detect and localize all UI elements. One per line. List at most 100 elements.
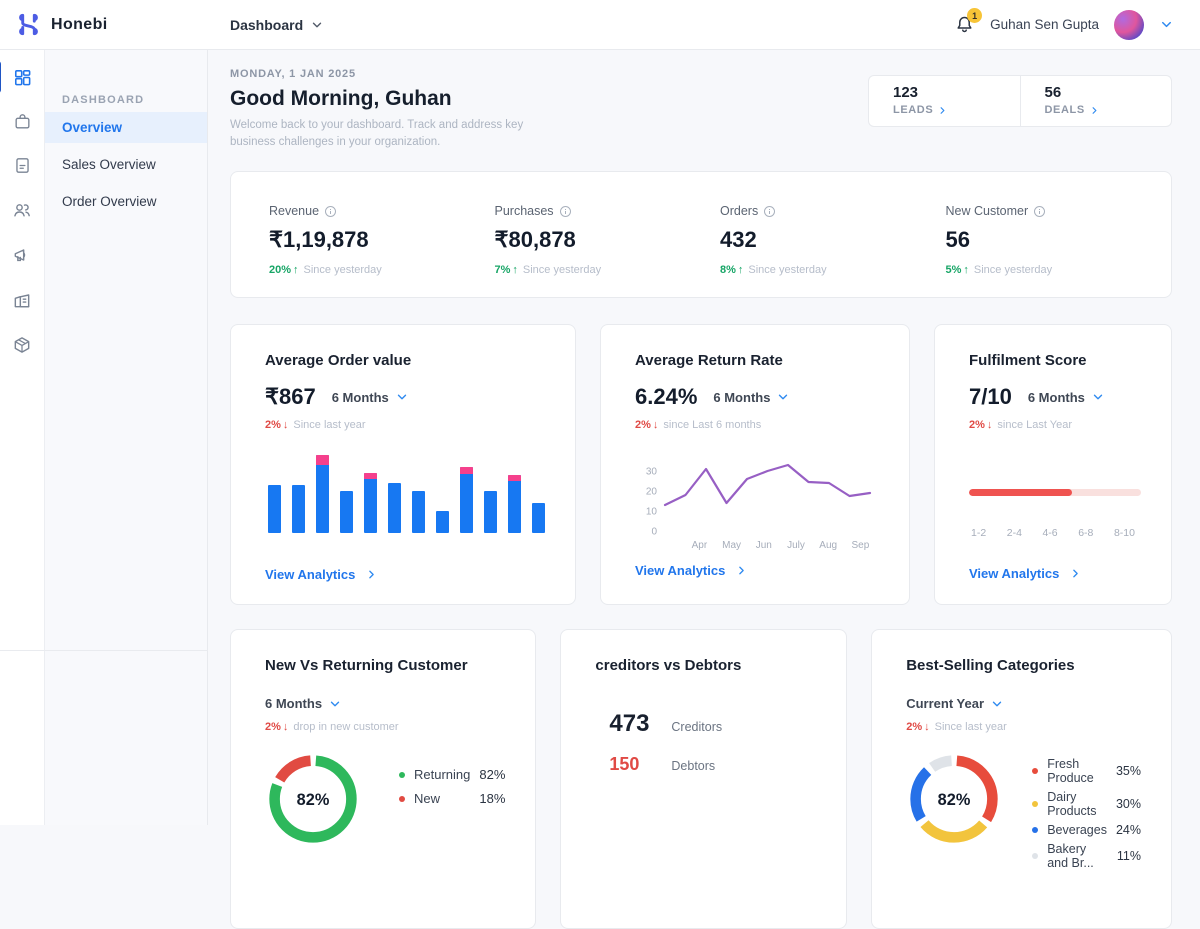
bar — [484, 491, 497, 534]
fulfilment-scale: 1-2 2-4 4-6 6-8 8-10 — [971, 527, 1135, 540]
avatar[interactable] — [1114, 9, 1144, 40]
kpi-label: New Customer — [945, 204, 1029, 219]
card-title: Best-Selling Categories — [906, 657, 1075, 675]
sidebar-icon-company[interactable] — [12, 290, 32, 310]
svg-text:10: 10 — [646, 507, 658, 518]
leads-card[interactable]: 123 LEADS — [869, 76, 1021, 126]
legend-item: Bakery and Br... 11% — [1032, 842, 1141, 870]
view-analytics-link[interactable]: View Analytics — [969, 566, 1141, 581]
sidebar-icon-dashboard[interactable] — [0, 61, 32, 93]
info-icon[interactable] — [1034, 205, 1046, 217]
view-analytics-link[interactable]: View Analytics — [635, 563, 879, 578]
profile-chevron-down-icon[interactable] — [1159, 17, 1174, 32]
card-title: creditors vs Debtors — [595, 657, 742, 675]
card-value: 6.24% — [635, 384, 698, 410]
period-dropdown[interactable]: Current Year — [906, 696, 1141, 711]
customers-donut-chart: 82% — [269, 755, 357, 844]
kpi-value: 56 — [945, 227, 970, 253]
sidebar-icon-orders[interactable] — [13, 112, 32, 131]
card-note: drop in new customer — [293, 721, 399, 734]
legend-dot — [1032, 853, 1039, 860]
kpi-label: Purchases — [494, 204, 554, 219]
svg-text:Jun: Jun — [756, 540, 772, 551]
card-title: New Vs Returning Customer — [265, 657, 468, 675]
info-icon[interactable] — [764, 205, 776, 217]
main-content: MONDAY, 1 JAN 2025 Good Morning, Guhan W… — [208, 50, 1200, 929]
info-icon[interactable] — [325, 205, 337, 217]
svg-text:July: July — [787, 540, 805, 551]
sidebar-icon-inventory[interactable] — [12, 335, 32, 355]
nav-dashboard-dropdown[interactable]: Dashboard — [230, 17, 324, 33]
notification-badge: 1 — [967, 8, 983, 23]
new-vs-returning-card: New Vs Returning Customer 6 Months 2% ↓ dr… — [230, 629, 537, 929]
icon-rail — [0, 50, 45, 825]
chevron-right-icon — [739, 566, 745, 575]
brand-name: Honebi — [51, 15, 108, 33]
svg-text:0: 0 — [651, 527, 657, 538]
legend-item: Returning 82% — [399, 767, 505, 782]
card-delta: 2% — [265, 721, 281, 734]
info-icon[interactable] — [559, 205, 571, 217]
chevron-right-icon — [940, 106, 945, 114]
legend-dot — [399, 771, 405, 778]
bar — [364, 473, 377, 534]
kpi-label: Revenue — [269, 204, 320, 219]
deals-label: DEALS — [1044, 104, 1085, 116]
legend-dot — [1032, 768, 1039, 775]
bar — [436, 511, 449, 534]
card-note: since Last 6 months — [663, 419, 762, 432]
chevron-down-icon — [312, 22, 322, 27]
period-dropdown[interactable]: 6 Months — [713, 390, 790, 405]
fulfilment-progress-fill — [969, 489, 1073, 497]
sidebar-item-sales-overview[interactable]: Sales Overview — [45, 149, 207, 180]
arrow-up-icon: ↑ — [293, 264, 299, 277]
order-value-bar-chart — [265, 453, 545, 534]
bar — [412, 491, 425, 534]
card-title: Fulfilment Score — [969, 352, 1087, 370]
fulfilment-score-card: Fulfilment Score 7/10 6 Months 2% ↓ since … — [934, 324, 1172, 606]
kpi-orders: Orders 432 8% ↑ Since yesterday — [720, 204, 946, 297]
arrow-down-icon: ↓ — [652, 419, 659, 432]
package-icon — [14, 337, 30, 353]
bar — [268, 485, 281, 534]
arrow-down-icon: ↓ — [282, 721, 289, 734]
bar — [508, 475, 521, 534]
view-analytics-link[interactable]: View Analytics — [265, 567, 545, 582]
kpi-purchases: Purchases ₹80,878 7% ↑ Since yesterday — [495, 204, 721, 297]
legend-dot — [1032, 827, 1039, 834]
nav-dashboard-label: Dashboard — [230, 16, 304, 33]
brand[interactable]: Honebi — [0, 11, 208, 38]
period-dropdown[interactable]: 6 Months — [332, 390, 409, 405]
bar — [388, 483, 401, 534]
chevron-down-icon — [1093, 394, 1103, 400]
sidebar-icon-customers[interactable] — [12, 200, 32, 220]
creditors-value: 473 — [609, 710, 650, 738]
kpi-new-customer: New Customer 56 5% ↑ Since yesterday — [946, 204, 1172, 297]
topbar-right: 1 Guhan Sen Gupta — [954, 8, 1200, 40]
svg-text:20: 20 — [646, 487, 658, 498]
sidebar-icon-marketing[interactable] — [12, 245, 32, 265]
card-note: since Last Year — [997, 419, 1073, 432]
sidebar-item-order-overview[interactable]: Order Overview — [45, 186, 207, 217]
kpi-note: Since yesterday — [748, 264, 827, 277]
kpi-delta: 20% — [269, 264, 292, 277]
kpi-strip: Revenue ₹1,19,878 20% ↑ Since yesterday Pu… — [230, 171, 1172, 299]
arrow-up-icon: ↑ — [512, 264, 518, 277]
deals-card[interactable]: 56 DEALS — [1021, 76, 1172, 126]
sidebar-icon-documents[interactable] — [13, 156, 32, 175]
creditors-label: Creditors — [671, 720, 723, 735]
sidebar-item-overview[interactable]: Overview — [45, 112, 207, 143]
svg-text:Aug: Aug — [819, 540, 837, 551]
period-dropdown[interactable]: 6 Months — [265, 696, 505, 711]
chevron-down-icon — [397, 394, 406, 400]
debtors-row: 150 Debtors — [609, 754, 816, 775]
kpi-delta: 5% — [945, 264, 962, 277]
users-icon — [14, 204, 30, 217]
bag-icon — [14, 114, 30, 129]
arrow-up-icon: ↑ — [737, 264, 744, 277]
categories-donut-chart: 82% — [910, 755, 998, 844]
creditors-vs-debtors-card: creditors vs Debtors 473 Creditors 150 D… — [560, 629, 848, 929]
notifications-button[interactable]: 1 — [954, 8, 983, 35]
period-dropdown[interactable]: 6 Months — [1028, 390, 1105, 405]
arrow-up-icon: ↑ — [963, 264, 969, 277]
